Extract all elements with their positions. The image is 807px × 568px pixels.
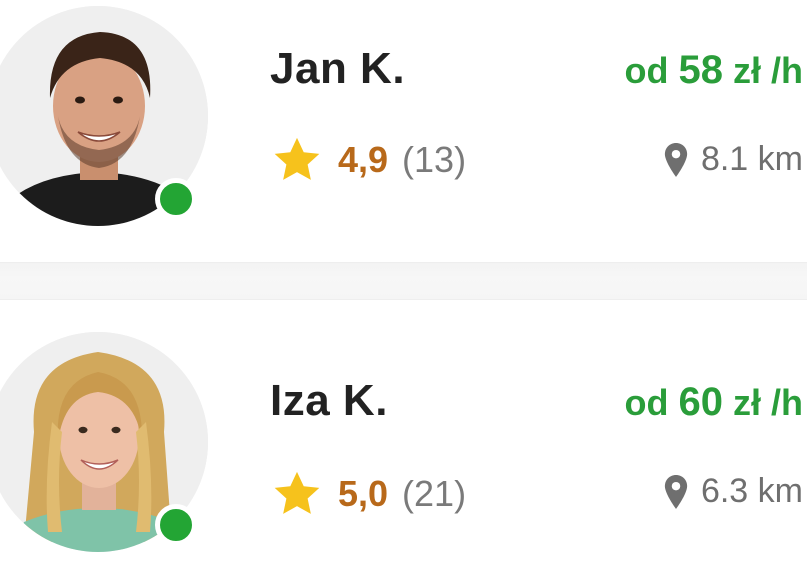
review-count: (13) bbox=[402, 139, 467, 180]
location-pin-icon bbox=[664, 142, 688, 177]
distance-row: 6.3 km bbox=[663, 472, 803, 511]
online-status-indicator bbox=[155, 178, 197, 220]
rating-value: 4,9 bbox=[338, 139, 389, 180]
price-prefix: od bbox=[624, 382, 669, 423]
price-amount: 60 bbox=[678, 380, 723, 424]
distance-row: 8.1 km bbox=[663, 140, 803, 179]
price-unit: zł /h bbox=[733, 50, 803, 91]
price-prefix: od bbox=[624, 50, 669, 91]
star-icon bbox=[274, 137, 320, 180]
price-label: od 58 zł /h bbox=[624, 48, 803, 93]
rating-value: 5,0 bbox=[338, 473, 389, 514]
price-label: od 60 zł /h bbox=[624, 380, 803, 425]
price-unit: zł /h bbox=[733, 382, 803, 423]
provider-card[interactable]: Jan K. od 58 zł /h 4,9 (13) 8.1 km bbox=[0, 0, 807, 262]
distance-value: 8.1 km bbox=[700, 140, 803, 178]
rating-row: 5,0 (21) bbox=[270, 468, 466, 520]
provider-name[interactable]: Jan K. bbox=[270, 44, 405, 94]
rating-row: 4,9 (13) bbox=[270, 134, 466, 186]
review-count: (21) bbox=[402, 473, 467, 514]
location-pin-icon bbox=[664, 474, 688, 509]
avatar-container bbox=[0, 332, 208, 552]
distance-value: 6.3 km bbox=[700, 472, 803, 510]
card-divider bbox=[0, 262, 807, 300]
avatar-container bbox=[0, 6, 208, 226]
provider-card[interactable]: Iza K. od 60 zł /h 5,0 (21) 6.3 km bbox=[0, 300, 807, 568]
provider-name[interactable]: Iza K. bbox=[270, 376, 388, 426]
online-status-indicator bbox=[155, 504, 197, 546]
price-amount: 58 bbox=[678, 48, 723, 92]
star-icon bbox=[274, 471, 320, 514]
provider-list: Jan K. od 58 zł /h 4,9 (13) 8.1 km Iza K… bbox=[0, 0, 807, 568]
